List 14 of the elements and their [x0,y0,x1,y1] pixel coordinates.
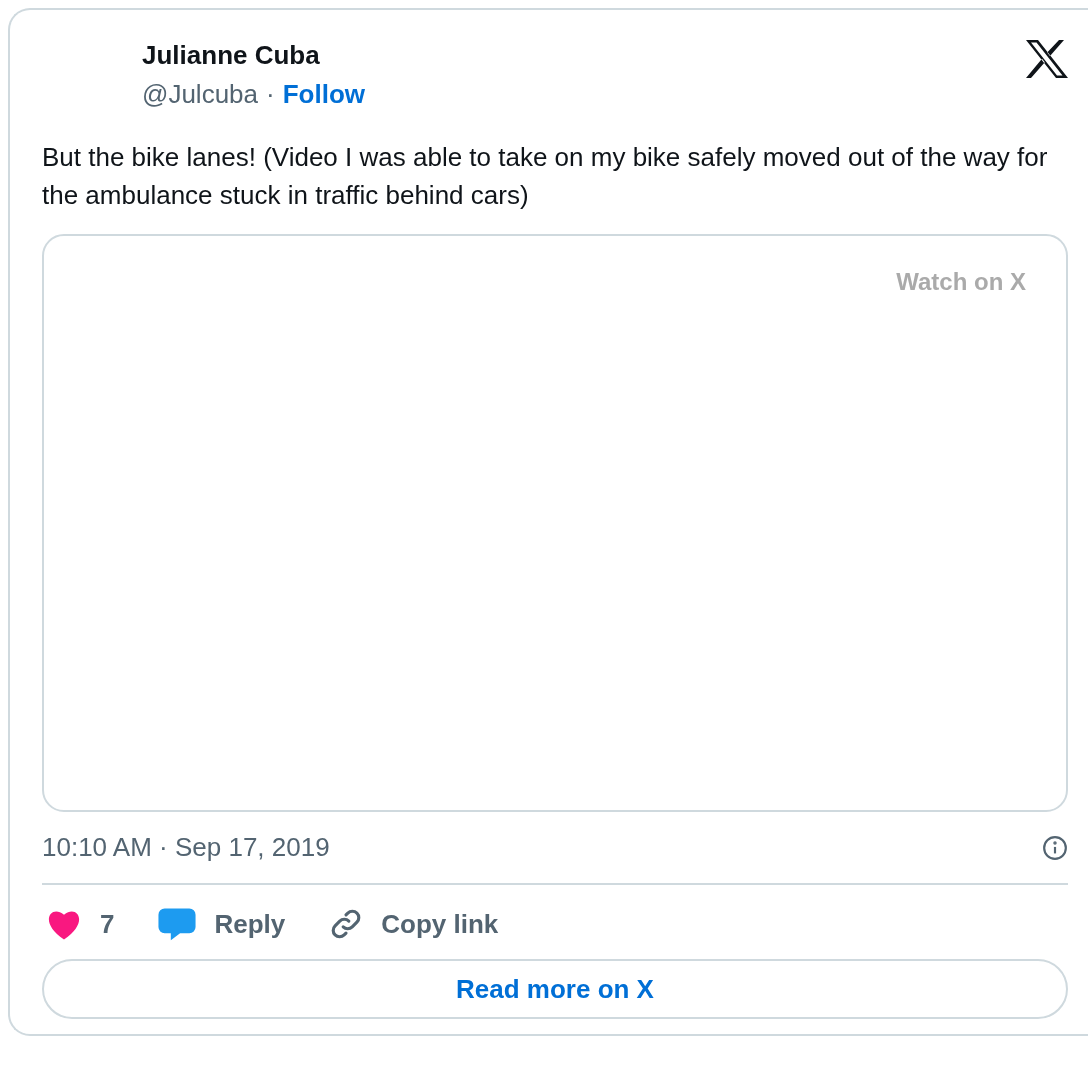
like-button[interactable]: 7 [46,908,115,940]
info-icon[interactable] [1042,834,1068,861]
separator-dot: · [266,79,275,110]
copy-button[interactable]: Copy link [329,907,499,941]
speech-bubble-icon [158,907,197,941]
heart-icon [46,908,82,940]
tweet-text: But the bike lanes! (Video I was able to take on my bike safely moved out of the way for the ambulance stuck in traffic behind cars) [42,141,1049,212]
x-logo-icon[interactable] [1026,40,1068,78]
author-name: Julianne Cuba [142,40,320,71]
reply-button[interactable]: Reply [158,907,286,941]
timestamp-link[interactable]: 10:10 AM · Sep 17, 2019 [42,832,330,863]
author-handle: @Julcuba [142,79,258,110]
follow-link[interactable]: Follow [282,79,365,110]
read-more-button[interactable]: Read more on X [42,959,1068,1019]
